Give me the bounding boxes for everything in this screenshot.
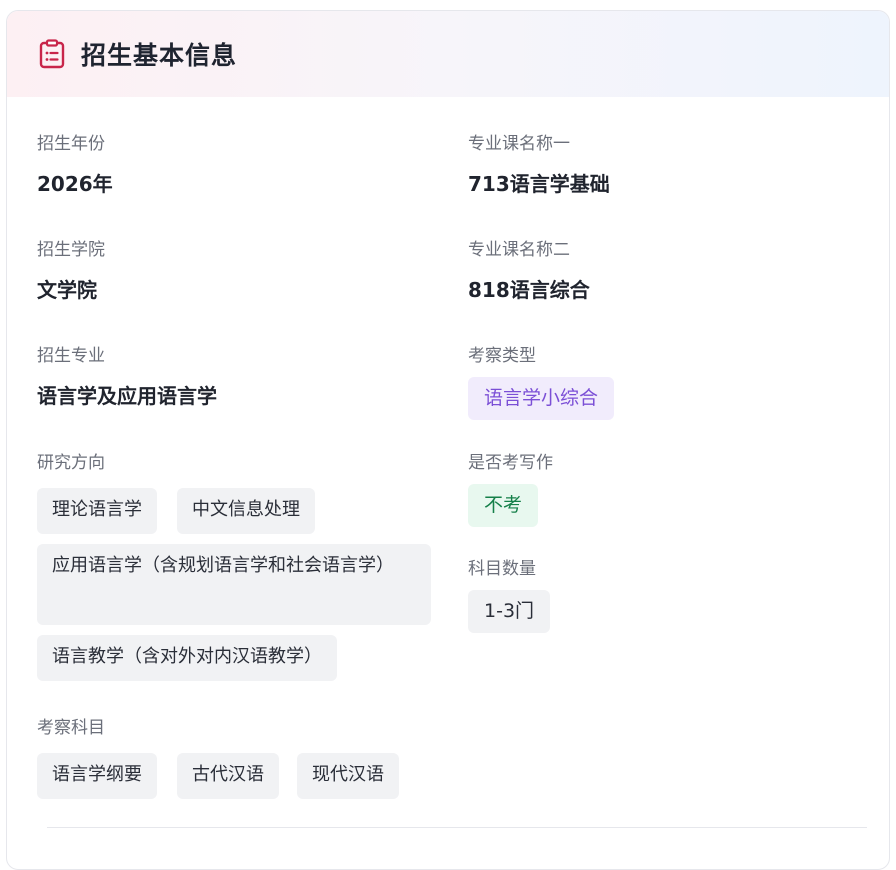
direction-tag: 语言教学（含对外对内汉语教学） [37, 635, 337, 681]
divider [47, 827, 867, 828]
subject-count-badge: 1-3门 [468, 590, 551, 633]
field-year: 招生年份 2026年 [37, 133, 113, 197]
writing-label: 是否考写作 [468, 453, 553, 473]
field-subject-count: 科目数量 1-3门 [468, 558, 551, 633]
directions-label: 研究方向 [37, 453, 105, 473]
major-value: 语言学及应用语言学 [37, 384, 217, 408]
college-value: 文学院 [37, 278, 97, 302]
writing-badge: 不考 [468, 484, 539, 527]
course1-value: 713语言学基础 [468, 172, 610, 196]
field-major: 招生专业 语言学及应用语言学 [37, 345, 217, 409]
field-subjects: 考察科目 语言学纲要 古代汉语 现代汉语 [37, 717, 437, 799]
course2-value: 818语言综合 [468, 278, 590, 302]
exam-type-label: 考察类型 [468, 346, 536, 366]
subjects-tags: 语言学纲要 古代汉语 现代汉语 [37, 753, 437, 799]
course1-label: 专业课名称一 [468, 134, 570, 154]
field-exam-type: 考察类型 语言学小综合 [468, 345, 615, 420]
college-label: 招生学院 [37, 240, 105, 260]
field-course2: 专业课名称二 818语言综合 [468, 239, 590, 303]
subject-tag: 语言学纲要 [37, 753, 157, 799]
enrollment-info-card: 招生基本信息 招生年份 2026年 招生学院 文学院 招生专业 语言学及应用语言… [6, 10, 890, 870]
exam-type-badge: 语言学小综合 [468, 377, 615, 420]
clipboard-icon [39, 39, 65, 69]
field-course1: 专业课名称一 713语言学基础 [468, 133, 610, 197]
direction-tag: 应用语言学（含规划语言学和社会语言学） [37, 544, 431, 625]
field-writing: 是否考写作 不考 [468, 452, 553, 527]
major-label: 招生专业 [37, 346, 105, 366]
direction-tag: 理论语言学 [37, 488, 157, 534]
card-title: 招生基本信息 [81, 41, 238, 70]
subject-count-label: 科目数量 [468, 559, 536, 579]
course2-label: 专业课名称二 [468, 240, 570, 260]
field-college: 招生学院 文学院 [37, 239, 105, 303]
directions-tags: 理论语言学 中文信息处理 应用语言学（含规划语言学和社会语言学） 语言教学（含对… [37, 488, 437, 688]
subject-tag: 现代汉语 [297, 753, 399, 799]
field-directions: 研究方向 理论语言学 中文信息处理 应用语言学（含规划语言学和社会语言学） 语言… [37, 452, 437, 688]
subject-tag: 古代汉语 [177, 753, 279, 799]
year-label: 招生年份 [37, 134, 105, 154]
card-body: 招生年份 2026年 招生学院 文学院 招生专业 语言学及应用语言学 研究方向 … [7, 97, 889, 869]
direction-tag: 中文信息处理 [177, 488, 315, 534]
subjects-label: 考察科目 [37, 718, 105, 738]
card-header: 招生基本信息 [7, 11, 889, 97]
year-value: 2026年 [37, 172, 113, 196]
